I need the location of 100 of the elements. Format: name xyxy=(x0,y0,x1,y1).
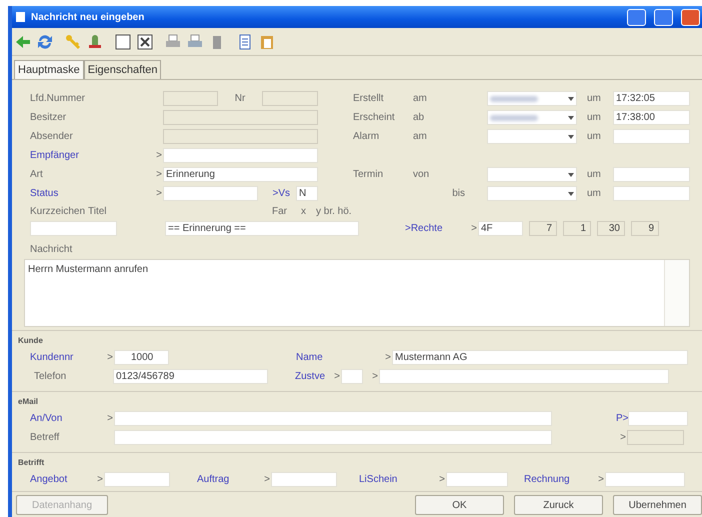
window-icon xyxy=(16,12,25,22)
field-label[interactable]: Auftrag xyxy=(197,472,260,487)
input-field[interactable]: == Erinnerung == xyxy=(165,220,359,236)
caret-icon xyxy=(568,134,574,138)
group-label: Kunde xyxy=(18,336,43,345)
time-field[interactable] xyxy=(613,167,690,182)
message-text: Herrn Mustermann anrufen xyxy=(28,264,148,275)
prompt-marker: > xyxy=(155,187,163,201)
field-label: um xyxy=(586,111,602,125)
field-label: Absender xyxy=(30,130,74,144)
field-label: Lfd.Nummer xyxy=(30,92,86,106)
readonly-field xyxy=(627,430,684,445)
date-dropdown[interactable] xyxy=(487,186,577,201)
field-label[interactable]: Name xyxy=(296,350,381,365)
prompt-marker: > xyxy=(155,149,163,163)
prompt-marker: > xyxy=(263,473,271,487)
field-label: Telefon xyxy=(34,370,68,384)
field-label: Art xyxy=(30,168,44,182)
prompt-marker: > xyxy=(597,473,605,487)
field-label: Termin xyxy=(353,168,384,182)
date-dropdown[interactable] xyxy=(487,129,577,144)
refresh-icon[interactable] xyxy=(36,32,54,50)
date-dropdown[interactable] xyxy=(487,110,577,125)
field-label: am xyxy=(413,130,428,144)
field-label[interactable]: LiSchein xyxy=(359,472,435,487)
blurred-date xyxy=(490,114,538,120)
prompt-marker: > xyxy=(384,351,392,365)
prompt-marker: > xyxy=(371,370,379,384)
field-label: am xyxy=(413,92,428,106)
minimize-button[interactable] xyxy=(627,8,646,26)
tab[interactable]: Hauptmaske xyxy=(14,60,84,79)
input-field[interactable]: Mustermann AG xyxy=(392,350,688,365)
prompt-marker: > xyxy=(438,473,446,487)
input-field[interactable]: 4F xyxy=(478,220,523,236)
field-label: bis xyxy=(451,187,466,201)
field-label[interactable]: An/Von xyxy=(30,411,103,426)
dialog-button[interactable]: Ubernehmen xyxy=(613,495,702,515)
prompt-marker: > xyxy=(106,351,114,365)
field-label: Nr xyxy=(234,92,246,106)
prompt-marker: > xyxy=(155,168,163,182)
field-label[interactable]: Kundennr xyxy=(30,350,103,365)
date-dropdown[interactable] xyxy=(487,167,577,182)
group-label: eMail xyxy=(18,397,38,406)
caret-icon xyxy=(568,172,574,176)
field-label: Besitzer xyxy=(30,111,68,125)
field-label: um xyxy=(586,187,602,201)
field-label[interactable]: Rechnung xyxy=(524,472,594,487)
value-field: 9 xyxy=(631,220,659,236)
time-field[interactable]: 17:32:05 xyxy=(613,91,690,106)
readonly-field xyxy=(262,91,318,106)
input-field[interactable]: N xyxy=(296,186,318,201)
maximize-button[interactable] xyxy=(654,8,673,26)
input-field[interactable]: 0123/456789 xyxy=(113,369,268,384)
input-field[interactable]: 1000 xyxy=(114,350,169,365)
field-label[interactable]: Zustve xyxy=(295,369,330,384)
field-label: Titel xyxy=(88,204,108,218)
tab[interactable]: Eigenschaften xyxy=(84,60,162,79)
field-label: um xyxy=(586,130,602,144)
field-label: Nachricht xyxy=(30,243,72,257)
field-label: Betreff xyxy=(30,431,60,445)
time-field[interactable] xyxy=(613,129,690,144)
field-label: ab xyxy=(413,111,426,125)
prompt-marker: > xyxy=(333,370,341,384)
blurred-date xyxy=(490,96,538,102)
field-label: um xyxy=(586,168,602,182)
close-box-icon[interactable] xyxy=(136,32,154,50)
prompt-marker: > xyxy=(619,431,627,445)
square-icon[interactable] xyxy=(114,32,132,50)
group-label: Betrifft xyxy=(18,458,44,467)
field-label: von xyxy=(413,168,430,182)
dialog-button[interactable]: OK xyxy=(415,495,504,515)
field-label: x xyxy=(301,204,307,218)
prompt-marker: > xyxy=(470,222,478,236)
field-label: Erscheint xyxy=(353,111,396,125)
stamp-icon[interactable] xyxy=(86,32,104,50)
prompt-marker: > xyxy=(96,473,104,487)
dialog-button[interactable]: Zuruck xyxy=(514,495,603,515)
field-label[interactable]: Empfänger xyxy=(30,148,152,163)
field-label[interactable]: Status xyxy=(30,186,152,201)
value-field: 30 xyxy=(597,220,625,236)
field-label[interactable]: Angebot xyxy=(30,472,93,487)
prompt-marker: > xyxy=(106,412,114,426)
close-button[interactable] xyxy=(681,8,700,26)
caret-icon xyxy=(568,116,574,120)
time-field[interactable] xyxy=(613,186,690,201)
caret-icon xyxy=(568,192,574,196)
readonly-field xyxy=(163,91,218,106)
value-field: 7 xyxy=(529,220,557,236)
field-label: Alarm xyxy=(353,130,380,144)
value-field: 1 xyxy=(563,220,591,236)
rights-link[interactable]: >Rechte xyxy=(405,220,467,236)
field-label: um xyxy=(586,92,602,106)
date-dropdown[interactable] xyxy=(487,91,577,106)
input-field[interactable]: Erinnerung xyxy=(163,167,318,182)
field-label[interactable]: P> xyxy=(616,411,628,426)
time-field[interactable]: 17:38:00 xyxy=(613,110,690,125)
caret-icon xyxy=(568,96,574,100)
field-label: y br. hö. xyxy=(316,204,353,218)
field-label[interactable]: >Vs xyxy=(258,186,296,201)
field-label: Far xyxy=(272,204,288,218)
